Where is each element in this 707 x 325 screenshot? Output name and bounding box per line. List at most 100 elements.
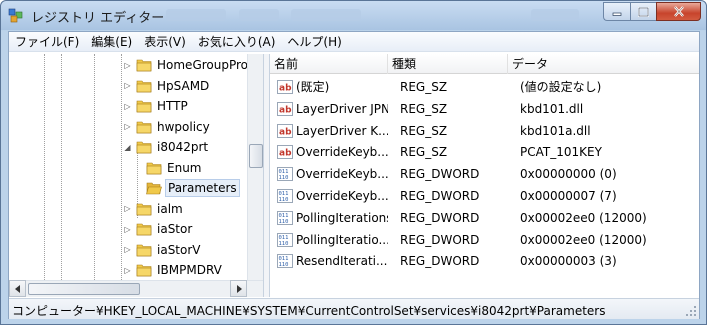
value-data: 0x00000007 (7) (520, 189, 617, 203)
registry-key-tree[interactable]: ▷ HomeGroupProv ▷ HpSAMD ▷ HTTP ▷ hwpolicy ◢ i804… (9, 54, 264, 297)
tree-item-label: HomeGroupProv (157, 58, 256, 72)
maximize-button[interactable] (630, 2, 656, 21)
svg-text:ab: ab (279, 127, 292, 137)
title-blur-region (531, 9, 579, 21)
value-data: (値の設定なし) (520, 80, 602, 94)
tree-hscroll-thumb[interactable] (28, 283, 140, 295)
value-type: REG_DWORD (400, 210, 480, 225)
menu-favorites[interactable]: お気に入り(A) (192, 32, 282, 52)
menu-edit[interactable]: 編集(E) (85, 32, 138, 52)
tree-item-label: HTTP (157, 99, 188, 113)
value-type: REG_SZ (400, 101, 448, 116)
tree-item-label: IBMPMDRV (157, 263, 222, 277)
list-row[interactable]: ab LayerDriver K... REG_SZ kbd101a.dll (270, 121, 699, 142)
value-type: REG_DWORD (400, 232, 480, 247)
value-type: REG_SZ (400, 80, 448, 94)
expand-arrow-icon[interactable]: ▷ (123, 61, 132, 70)
folder-icon (136, 264, 152, 277)
tree-item[interactable]: ◢ i8042prt (123, 137, 210, 157)
close-icon (673, 6, 684, 17)
scroll-right-button[interactable] (230, 280, 247, 297)
tree-item-label: iaStor (157, 222, 193, 236)
value-type: REG_SZ (400, 145, 448, 160)
tree-item[interactable]: ▷ ialm (123, 199, 185, 219)
expand-arrow-icon[interactable]: ▷ (123, 122, 132, 131)
column-header-name[interactable]: 名前 (270, 54, 388, 74)
status-path: コンピューター¥HKEY_LOCAL_MACHINE¥SYSTEM¥Curren… (12, 304, 606, 318)
column-header-data[interactable]: データ (508, 54, 699, 74)
minimize-button[interactable] (603, 2, 630, 21)
value-data: kbd101.dll (520, 101, 584, 116)
expand-arrow-icon (140, 184, 142, 193)
tree-vertical-scrollbar[interactable] (247, 54, 263, 280)
value-data: 0x00000000 (0) (520, 167, 617, 182)
value-type: REG_DWORD (400, 167, 480, 182)
tree-item-label: i8042prt (157, 140, 209, 154)
value-name: PollingIterations (296, 210, 388, 225)
caption-buttons (603, 2, 701, 21)
menu-file[interactable]: ファイル(F) (9, 32, 85, 52)
tree-item[interactable]: ▷ IBMPMDRV (123, 260, 224, 280)
title-bar[interactable]: レジストリ エディター (1, 1, 706, 30)
scroll-left-button[interactable] (9, 280, 26, 297)
registry-values-list[interactable]: 名前 種類 データ ab (既定) REG_SZ (値の設定なし) ab LayerDri… (270, 54, 699, 297)
folder-icon (136, 100, 152, 113)
list-row[interactable]: 011 110 OverrideKeyb... REG_DWORD 0x00000007… (270, 186, 699, 207)
expand-arrow-icon[interactable]: ▷ (123, 245, 132, 254)
value-name: ResendIterati... (296, 254, 388, 269)
list-row[interactable]: 011 110 ResendIterati... REG_DWORD 0x0000000… (270, 251, 699, 272)
tree-scroll-thumb[interactable] (249, 144, 263, 168)
collapse-arrow-icon[interactable]: ◢ (123, 143, 132, 152)
tree-item[interactable]: ▷ HTTP (123, 96, 190, 116)
value-name: OverrideKeyb... (296, 167, 388, 182)
binary-value-icon: 011110 (277, 210, 293, 225)
svg-text:110: 110 (279, 262, 289, 268)
tree-item[interactable]: ▷ HpSAMD (123, 76, 211, 96)
value-type: REG_DWORD (400, 254, 480, 269)
value-name: OverrideKeyb... (296, 145, 388, 160)
list-header: 名前 種類 データ (270, 54, 699, 74)
expand-arrow-icon[interactable]: ▷ (123, 102, 132, 111)
tree-item[interactable]: Parameters (140, 178, 240, 198)
column-header-type[interactable]: 種類 (388, 54, 508, 74)
maximize-icon (638, 6, 649, 17)
value-data: 0x00002ee0 (12000) (520, 232, 647, 247)
tree-item[interactable]: ▷ hwpolicy (123, 117, 212, 137)
expand-arrow-icon[interactable]: ▷ (123, 81, 132, 90)
tree-item[interactable]: Enum (140, 158, 203, 178)
folder-icon (136, 223, 152, 236)
title-blur-region (166, 9, 226, 21)
tree-guide-line (61, 54, 62, 280)
expand-arrow-icon (140, 163, 142, 172)
list-row[interactable]: 011 110 OverrideKeyb... REG_DWORD 0x00000000… (270, 164, 699, 185)
folder-icon (146, 182, 162, 195)
string-value-icon: ab (277, 145, 293, 160)
tree-item[interactable]: ▷ iaStor (123, 219, 194, 239)
list-row[interactable]: 011 110 PollingIteratio... REG_DWORD 0x00002… (270, 230, 699, 251)
svg-text:ab: ab (279, 149, 292, 159)
binary-value-icon: 011110 (277, 254, 293, 269)
expand-arrow-icon[interactable]: ▷ (123, 204, 132, 213)
tree-horizontal-scrollbar[interactable] (9, 280, 263, 297)
list-row[interactable]: ab (既定) REG_SZ (値の設定なし) (270, 77, 699, 98)
expand-arrow-icon[interactable]: ▷ (123, 225, 132, 234)
list-row[interactable]: ab LayerDriver JPN REG_SZ kbd101.dll (270, 99, 699, 120)
menu-help[interactable]: ヘルプ(H) (281, 32, 347, 52)
tree-item[interactable]: ▷ iaStorV (123, 240, 203, 260)
list-row[interactable]: 011 110 PollingIterations REG_DWORD 0x00002e… (270, 208, 699, 229)
tree-item[interactable]: ▷ HomeGroupProv (123, 55, 257, 75)
resize-grip-icon[interactable] (685, 305, 697, 317)
binary-value-icon: 011110 (277, 232, 293, 247)
tree-item-label: iaStorV (157, 242, 201, 257)
tree-item-label: HpSAMD (157, 78, 210, 93)
list-row[interactable]: ab OverrideKeyb... REG_SZ PCAT_101KEY (270, 142, 699, 163)
menu-view[interactable]: 表示(V) (138, 32, 192, 52)
value-name: OverrideKeyb... (296, 189, 388, 203)
value-name: LayerDriver K... (296, 123, 388, 138)
tree-item-label: Enum (167, 160, 202, 175)
close-button[interactable] (656, 2, 701, 21)
expand-arrow-icon[interactable]: ▷ (123, 266, 132, 275)
client-area: ファイル(F) 編集(E) 表示(V) お気に入り(A) ヘルプ(H) ▷ Hom… (8, 31, 700, 319)
value-name: LayerDriver JPN (296, 101, 388, 116)
tree-item-label: Parameters (165, 179, 240, 197)
